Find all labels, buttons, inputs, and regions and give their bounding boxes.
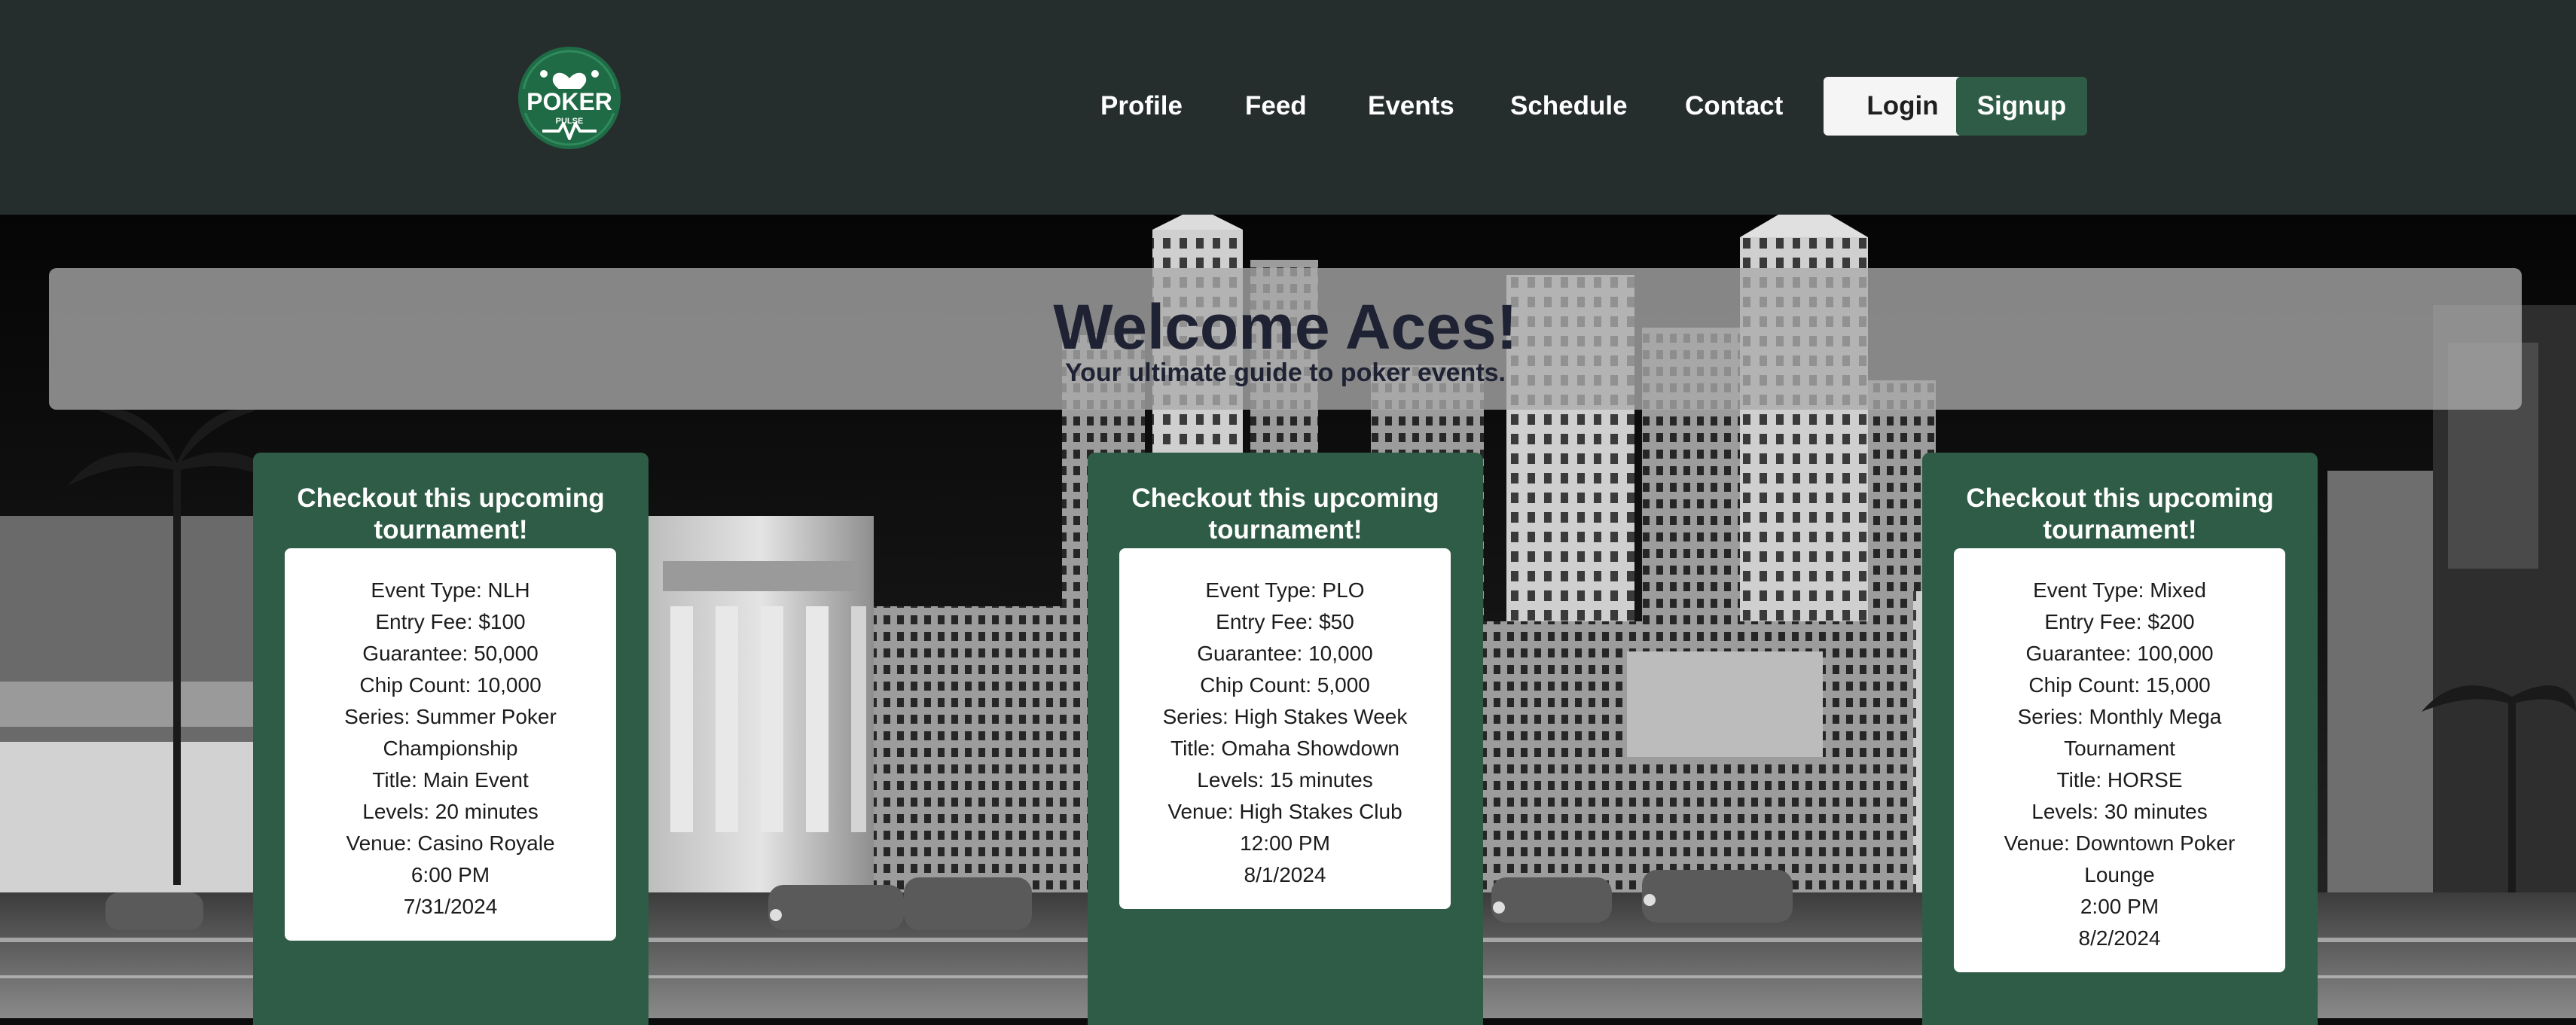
signup-button[interactable]: Signup — [1956, 77, 2087, 136]
venue: Venue: Downtown Poker Lounge — [2004, 831, 2236, 886]
event-date: 8/1/2024 — [1244, 863, 1326, 886]
nav-contact[interactable]: Contact — [1685, 77, 1783, 136]
levels: Levels: 30 minutes — [2031, 800, 2208, 823]
poker-pulse-logo-icon[interactable]: POKER PULSE — [517, 39, 622, 160]
tournament-card[interactable]: Checkout this upcoming tournament! Event… — [253, 453, 649, 1025]
tournament-card-heading: Checkout this upcoming tournament! — [1966, 484, 2274, 545]
nav-feed[interactable]: Feed — [1245, 77, 1307, 136]
guarantee: Guarantee: 10,000 — [1197, 642, 1373, 665]
logo-text: POKER — [526, 88, 612, 115]
start-time: 12:00 PM — [1240, 831, 1330, 855]
tournament-card-heading: Checkout this upcoming tournament! — [1131, 484, 1439, 545]
event-type: Event Type: PLO — [1205, 578, 1365, 602]
guarantee: Guarantee: 50,000 — [362, 642, 539, 665]
event-date: 8/2/2024 — [2078, 926, 2161, 950]
logo-subtext: PULSE — [556, 117, 584, 126]
event-type: Event Type: Mixed — [2033, 578, 2206, 602]
event-type: Event Type: NLH — [371, 578, 530, 602]
poker-pulse-logo-graphic: POKER PULSE — [518, 47, 621, 149]
tournament-card[interactable]: Checkout this upcoming tournament! Event… — [1088, 453, 1483, 1025]
tournament-details: Event Type: NLH Entry Fee: $100 Guarante… — [285, 548, 616, 941]
site-header: POKER PULSE Profile Feed Events Schedule… — [0, 0, 2576, 215]
chip-count: Chip Count: 10,000 — [359, 673, 542, 697]
nav-events[interactable]: Events — [1368, 77, 1454, 136]
tournament-card-heading: Checkout this upcoming tournament! — [297, 484, 605, 545]
start-time: 2:00 PM — [2080, 895, 2159, 918]
event-date: 7/31/2024 — [403, 895, 498, 918]
chip-count: Chip Count: 5,000 — [1200, 673, 1370, 697]
tournament-details: Event Type: PLO Entry Fee: $50 Guarantee… — [1119, 548, 1451, 909]
welcome-title: Welcome Aces! — [1053, 291, 1518, 362]
tournament-title: Title: Main Event — [372, 768, 529, 792]
welcome-banner: Welcome Aces! Your ultimate guide to pok… — [49, 268, 2522, 410]
tournament-title: Title: Omaha Showdown — [1170, 737, 1399, 760]
levels: Levels: 15 minutes — [1197, 768, 1373, 792]
entry-fee: Entry Fee: $50 — [1216, 610, 1354, 633]
tournament-title: Title: HORSE — [2056, 768, 2183, 792]
series: Series: Summer Poker Championship — [344, 705, 557, 760]
series: Series: High Stakes Week — [1162, 705, 1408, 728]
entry-fee: Entry Fee: $100 — [375, 610, 526, 633]
start-time: 6:00 PM — [411, 863, 490, 886]
venue: Venue: High Stakes Club — [1167, 800, 1402, 823]
venue: Venue: Casino Royale — [346, 831, 555, 855]
nav-profile[interactable]: Profile — [1100, 77, 1183, 136]
entry-fee: Entry Fee: $200 — [2044, 610, 2195, 633]
chip-count: Chip Count: 15,000 — [2028, 673, 2211, 697]
nav-schedule[interactable]: Schedule — [1510, 77, 1628, 136]
tournament-card[interactable]: Checkout this upcoming tournament! Event… — [1922, 453, 2318, 1025]
tournament-details: Event Type: Mixed Entry Fee: $200 Guaran… — [1954, 548, 2285, 972]
series: Series: Monthly Mega Tournament — [2017, 705, 2222, 760]
guarantee: Guarantee: 100,000 — [2025, 642, 2214, 665]
levels: Levels: 20 minutes — [362, 800, 539, 823]
welcome-subtitle: Your ultimate guide to poker events. — [1064, 358, 1506, 387]
